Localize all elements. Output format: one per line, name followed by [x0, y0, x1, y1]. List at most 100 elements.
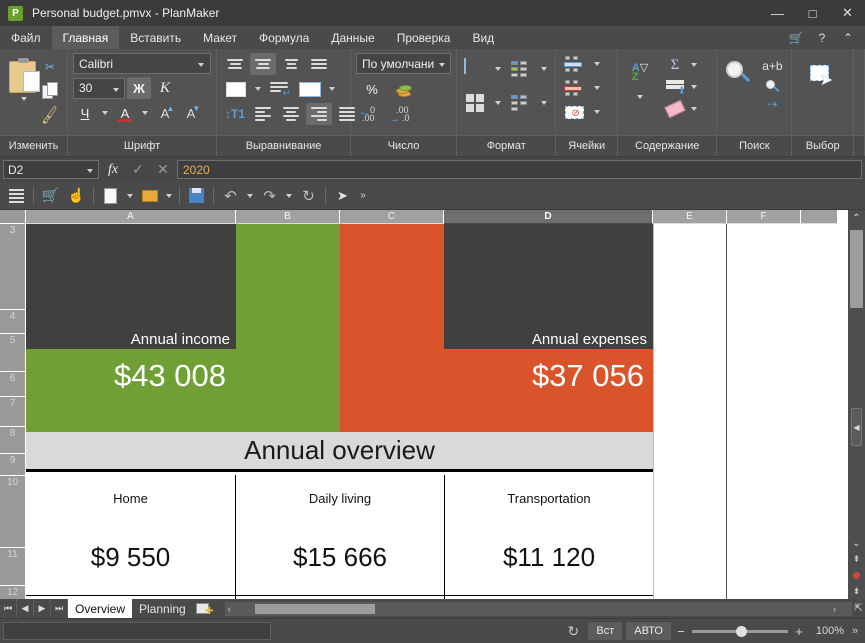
category-cell-savings[interactable]: Savings [444, 595, 653, 599]
scroll-up-button[interactable]: ⌃ [848, 210, 865, 226]
borders-button[interactable] [462, 91, 488, 115]
align-middle-button[interactable] [250, 53, 277, 75]
prev-page-button[interactable]: ⇞ [848, 551, 865, 567]
pointer-button[interactable]: ➤ [330, 184, 355, 208]
cell-style-chevron-down-icon[interactable] [326, 78, 338, 100]
conditional-format-button[interactable] [508, 57, 534, 81]
cut-button[interactable]: ✂ [38, 55, 62, 78]
cell-style-button[interactable] [296, 78, 324, 100]
grid[interactable]: A B C D E F 3 4 5 6 7 8 9 10 11 12 Annua… [0, 210, 848, 599]
category-cell-transportation[interactable]: Transportation $11 120 [444, 475, 653, 595]
replace-button[interactable]: a+b [758, 57, 786, 75]
zoom-in-button[interactable]: + [793, 624, 805, 639]
conditional-format-chevron-down-icon[interactable] [538, 57, 550, 81]
align-left-button[interactable] [250, 103, 276, 125]
column-header-f[interactable]: F [727, 210, 801, 224]
goto-button[interactable]: ⇢ [758, 97, 786, 111]
align-center-button[interactable] [278, 103, 304, 125]
merge-cells-button[interactable] [222, 78, 250, 100]
select-all-corner[interactable] [0, 210, 26, 224]
help-icon[interactable]: ? [809, 26, 835, 49]
sort-filter-button[interactable]: A▽ Z [623, 55, 657, 91]
menu-item-home[interactable]: Главная [51, 26, 120, 49]
increase-decimal-button[interactable]: .00 → .0 [388, 104, 412, 125]
text-orientation-button[interactable]: ↕T1 [222, 103, 248, 125]
delete-cells-button[interactable] [561, 78, 589, 98]
autosum-chevron-down-icon[interactable] [688, 55, 700, 75]
accept-formula-button[interactable]: ✓ [127, 160, 149, 180]
vertical-scrollbar[interactable]: ⌃ ◀ ⌄ ⇞ ⇟ [848, 210, 865, 599]
column-header-b[interactable]: B [236, 210, 340, 224]
clear-button[interactable] [663, 99, 687, 119]
column-header-e[interactable]: E [653, 210, 727, 224]
vertical-scroll-thumb[interactable] [850, 230, 863, 308]
clear-chevron-down-icon[interactable] [688, 99, 700, 119]
open-file-chevron-down-icon[interactable] [163, 184, 175, 208]
percent-format-button[interactable]: % [360, 78, 384, 100]
hscroll-left-icon[interactable]: ‹ [228, 604, 231, 614]
select-objects-button[interactable]: ➤ [803, 59, 843, 93]
row-header-12[interactable]: 12 [0, 586, 26, 599]
row-header-9[interactable]: 9 [0, 454, 26, 476]
font-color-chevron-down-icon[interactable] [139, 102, 151, 124]
font-family-input[interactable]: Calibri [73, 53, 211, 74]
annual-overview-banner[interactable]: Annual overview [26, 432, 653, 472]
column-header-g[interactable] [801, 210, 838, 224]
auto-calc-indicator[interactable]: АВТО [626, 622, 671, 640]
next-sheet-icon[interactable]: ▶ [34, 599, 51, 618]
italic-button[interactable]: К [153, 77, 177, 99]
next-page-button[interactable]: ⇟ [848, 583, 865, 599]
number-format-select[interactable]: По умолчани [356, 53, 452, 74]
align-top-button[interactable] [222, 53, 248, 75]
column-header-c[interactable]: C [340, 210, 444, 224]
menu-item-data[interactable]: Данные [320, 26, 385, 49]
cell-styles-button[interactable] [508, 91, 534, 115]
insert-function-button[interactable]: fx [102, 160, 124, 180]
undo-button[interactable]: ↶ [218, 184, 243, 208]
income-accent-bar[interactable] [236, 224, 340, 432]
borders-chevron-down-icon[interactable] [492, 91, 504, 115]
cart-icon[interactable]: 🛒 [38, 184, 63, 208]
menu-item-review[interactable]: Проверка [386, 26, 462, 49]
collapse-ribbon-icon[interactable]: ⌃ [835, 26, 861, 49]
shrink-font-button[interactable]: A ▼ [179, 102, 203, 124]
scroll-down-button[interactable]: ⌄ [848, 535, 865, 551]
delete-cells-chevron-down-icon[interactable] [591, 78, 603, 98]
cart-icon[interactable]: 🛒 [783, 26, 809, 49]
refresh-icon[interactable]: ↻ [562, 623, 584, 640]
maximize-button[interactable]: □ [795, 0, 830, 26]
save-button[interactable] [184, 184, 209, 208]
redo-chevron-down-icon[interactable] [283, 184, 295, 208]
chevron-down-icon[interactable] [113, 87, 119, 92]
hide-cells-chevron-down-icon[interactable] [591, 102, 603, 122]
row-header-11[interactable]: 11 [0, 548, 26, 586]
cancel-formula-button[interactable]: ✕ [152, 160, 174, 180]
vertical-split-handle[interactable]: ⇱ [852, 603, 865, 614]
row-header-8[interactable]: 8 [0, 427, 26, 454]
bold-button[interactable]: Ж [127, 77, 151, 99]
paste-chevron-down-icon[interactable] [21, 97, 27, 101]
vertical-scroll-track[interactable]: ◀ [848, 226, 865, 535]
status-overflow-icon[interactable]: » [848, 625, 862, 637]
repeat-button[interactable]: ↻ [296, 184, 321, 208]
last-sheet-icon[interactable]: ⏭ [51, 599, 68, 618]
horizontal-scroll-thumb[interactable] [254, 603, 375, 614]
decrease-decimal-button[interactable]: ← 0.00 [358, 104, 382, 124]
highlight-chevron-down-icon[interactable] [492, 57, 504, 81]
close-button[interactable]: ✕ [830, 0, 865, 26]
insert-cells-chevron-down-icon[interactable] [591, 54, 603, 74]
insert-cells-button[interactable] [561, 54, 589, 74]
justify-vertical-button[interactable] [306, 53, 332, 75]
minimize-button[interactable]: — [760, 0, 795, 26]
split-handle[interactable]: ◀ [851, 408, 862, 446]
column-header-a[interactable]: A [26, 210, 236, 224]
cell-styles-chevron-down-icon[interactable] [538, 91, 550, 115]
menu-item-insert[interactable]: Вставить [119, 26, 192, 49]
merge-chevron-down-icon[interactable] [252, 78, 264, 100]
prev-sheet-icon[interactable]: ◀ [17, 599, 34, 618]
hide-cells-button[interactable]: ⊘ [561, 102, 589, 122]
zoom-out-button[interactable]: − [675, 624, 687, 639]
zoom-level-label[interactable]: 100% [810, 625, 844, 637]
menu-icon[interactable] [4, 184, 29, 208]
touch-mode-icon[interactable]: ☝ [64, 184, 89, 208]
